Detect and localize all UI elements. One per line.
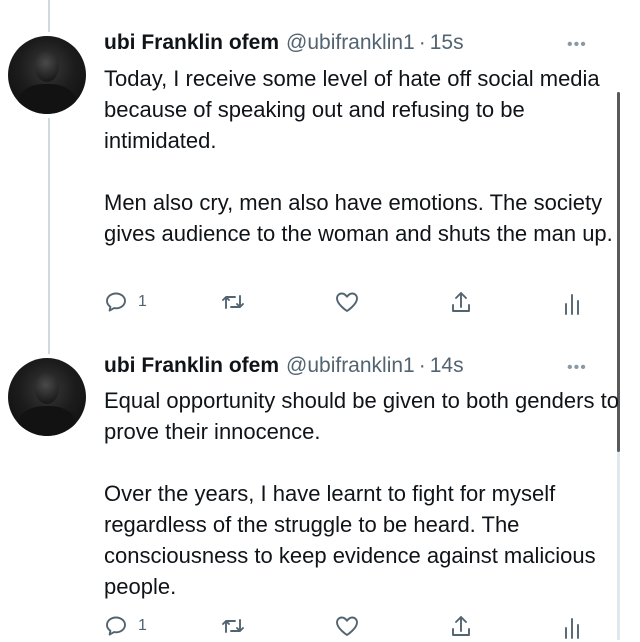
analytics-icon (565, 618, 579, 639)
reply-icon (106, 616, 126, 636)
tweet-header: ubi Franklin ofem @ubifranklin1 · 14s (104, 354, 464, 382)
like-button[interactable] (334, 614, 360, 638)
retweet-icon (222, 619, 244, 633)
retweet-icon (222, 295, 244, 309)
reply-count: 1 (138, 293, 147, 310)
tweet-paragraph: Equal opportunity should be given to bot… (104, 388, 619, 444)
reply-button[interactable]: 1 (104, 290, 147, 314)
analytics-button[interactable] (562, 614, 582, 640)
tweet-text: Equal opportunity should be given to bot… (104, 385, 624, 602)
avatar-body (18, 406, 76, 436)
like-button[interactable] (334, 290, 360, 314)
tweet-actions: 1 (0, 612, 640, 642)
retweet-button[interactable] (220, 290, 246, 314)
more-options-icon[interactable]: ••• (567, 36, 587, 54)
reply-button[interactable]: 1 (104, 614, 147, 638)
heart-icon (336, 616, 358, 636)
share-button[interactable] (449, 290, 473, 316)
avatar-body (18, 84, 76, 114)
tweet[interactable]: ubi Franklin ofem @ubifranklin1 · 14s ••… (0, 340, 640, 640)
retweet-button[interactable] (220, 614, 246, 638)
tweet-timestamp[interactable]: 14s (430, 354, 464, 378)
share-icon (452, 616, 470, 636)
tweet-paragraph: Men also cry, men also have emotions. Th… (104, 190, 613, 246)
author-name[interactable]: ubi Franklin ofem (104, 354, 279, 378)
tweet-actions: 1 (0, 288, 640, 318)
reply-count: 1 (138, 617, 147, 634)
tweet-paragraph: Over the years, I have learnt to fight f… (104, 481, 596, 599)
tweet-header: ubi Franklin ofem @ubifranklin1 · 15s (104, 31, 464, 59)
tweet-paragraph: Today, I receive some level of hate off … (104, 66, 600, 153)
tweet-text: Today, I receive some level of hate off … (104, 63, 624, 249)
avatar[interactable] (8, 36, 86, 114)
heart-icon (336, 292, 358, 312)
author-handle[interactable]: @ubifranklin1 (286, 31, 415, 55)
tweet[interactable]: ubi Franklin ofem @ubifranklin1 · 15s ••… (0, 0, 640, 340)
separator-dot: · (418, 354, 426, 377)
share-button[interactable] (449, 614, 473, 640)
analytics-icon (565, 294, 579, 315)
author-handle[interactable]: @ubifranklin1 (286, 354, 415, 378)
avatar-head (35, 372, 59, 404)
reply-icon (106, 292, 126, 312)
avatar-head (35, 50, 59, 82)
separator-dot: · (418, 31, 426, 54)
more-options-icon[interactable]: ••• (567, 359, 587, 377)
share-icon (452, 292, 470, 312)
tweet-timestamp[interactable]: 15s (430, 31, 464, 55)
author-name[interactable]: ubi Franklin ofem (104, 31, 279, 55)
avatar[interactable] (8, 358, 86, 436)
analytics-button[interactable] (562, 290, 582, 316)
